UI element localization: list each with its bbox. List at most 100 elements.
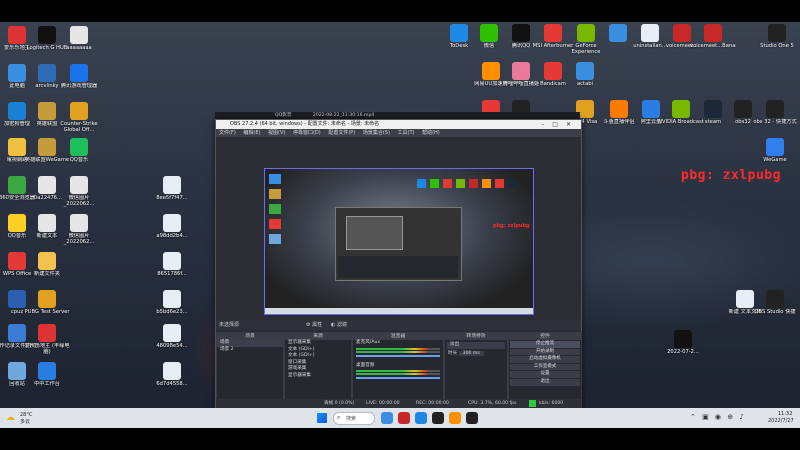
app-icon bbox=[544, 62, 562, 80]
obs-titlebar[interactable]: OBS 27.2.4 (64 bit, windows) - 配置文件: 未命名… bbox=[216, 120, 581, 129]
preview-overlay-text: pbg: zxlpubg bbox=[493, 223, 530, 229]
bitrate: kb/s: 6000 bbox=[539, 401, 564, 406]
desktop-icon[interactable]: 2022-07-2... bbox=[660, 330, 706, 355]
start-button[interactable] bbox=[317, 413, 327, 423]
app-icon bbox=[672, 100, 690, 118]
desktop-icon[interactable]: QQ音乐 bbox=[56, 138, 102, 163]
mixer-dock-title: 混音器 bbox=[353, 333, 443, 340]
no-source-selected: 未选择源 bbox=[219, 322, 240, 328]
desktop-icon-label: Studio One 5 bbox=[760, 43, 794, 49]
taskbar-app-icon[interactable] bbox=[398, 412, 410, 424]
transition-select[interactable]: 淡出 bbox=[447, 342, 505, 349]
desktop-icon[interactable]: 微信图片_2022062... bbox=[56, 176, 102, 207]
obs-taskbar-icon[interactable] bbox=[466, 412, 478, 424]
desktop-icon[interactable]: PUBG Test Server bbox=[24, 290, 70, 315]
app-icon bbox=[38, 290, 56, 308]
menu-help[interactable]: 帮助(H) bbox=[422, 130, 440, 136]
menu-docks[interactable]: 停靠窗口(D) bbox=[293, 130, 321, 136]
stream-health-indicator bbox=[529, 400, 536, 407]
desktop-icon[interactable]: voicemeet...Banana bbox=[690, 24, 736, 49]
mic-volume-slider[interactable] bbox=[356, 354, 440, 357]
obs-docks: 场景 场景 场景 2 + − ∧ ∨ 来源 显示器采集 文本 (GDI+) 文本… bbox=[216, 332, 582, 408]
desktop-icon[interactable]: obs 32 - 快捷方式 bbox=[752, 100, 798, 125]
start-virtual-camera-button[interactable]: 启动虚拟摄像机 bbox=[510, 356, 580, 363]
desktop-icon[interactable]: Studio One 5 bbox=[754, 24, 800, 49]
tray-icons[interactable]: ⌃ ▣ ◉ ⊕ ♪ bbox=[690, 413, 746, 421]
scene-item[interactable]: 场景 2 bbox=[217, 347, 283, 354]
obs-taskbar-icon[interactable] bbox=[432, 412, 444, 424]
preview-top-icons bbox=[415, 175, 525, 205]
studio-mode-button[interactable]: 工作室模式 bbox=[510, 363, 580, 371]
desktop-icon[interactable]: 8651786f... bbox=[149, 252, 195, 277]
exit-button[interactable]: 退出 bbox=[510, 378, 580, 386]
app-icon bbox=[38, 64, 56, 82]
desktop-icon[interactable]: OBS Studio 快捷 bbox=[752, 290, 798, 315]
app-icon bbox=[70, 214, 88, 232]
filters-button[interactable]: ◐ 滤镜 bbox=[331, 320, 347, 330]
desktop-icon[interactable]: 爱乐乐地主 (丰缘电脑) bbox=[24, 324, 70, 355]
app-icon bbox=[38, 102, 56, 120]
obs-window[interactable]: OBS 27.2.4 (64 bit, windows) - 配置文件: 未命名… bbox=[215, 119, 582, 408]
desktop-icon-label: 2022-07-2... bbox=[667, 349, 699, 355]
filter-icon: ◐ bbox=[331, 322, 336, 328]
app-icon bbox=[38, 26, 56, 44]
menu-file[interactable]: 文件(F) bbox=[219, 130, 236, 136]
desktop-icon[interactable]: 8ee5f7f47... bbox=[149, 176, 195, 201]
desktop-icon-label: 微信图片_2022062... bbox=[63, 195, 95, 207]
obs-preview[interactable]: pbg: zxlpubg bbox=[264, 168, 534, 315]
desktop-icon[interactable]: 新建文件夹 bbox=[24, 252, 70, 277]
taskbar-app-icon[interactable] bbox=[449, 412, 461, 424]
search-box[interactable]: ⌕ 搜索 bbox=[333, 412, 375, 425]
app-icon bbox=[768, 24, 786, 42]
menu-view[interactable]: 视图(V) bbox=[268, 130, 285, 136]
desktop-icon-label: 48098e54... bbox=[156, 343, 188, 349]
desktop-icon[interactable]: 6d7d4558... bbox=[149, 362, 195, 387]
menu-tools[interactable]: 工具(T) bbox=[398, 130, 415, 136]
desktop-icon-label: Counter-Strike Global Off... bbox=[60, 121, 98, 133]
app-icon bbox=[480, 24, 498, 42]
desktop-icon[interactable]: aaaaaaaa bbox=[56, 26, 102, 51]
menu-edit[interactable]: 编辑(E) bbox=[243, 130, 260, 136]
app-icon bbox=[512, 62, 530, 80]
duration-label: 时长 bbox=[448, 350, 458, 356]
app-icon bbox=[70, 26, 88, 44]
obs-menu-bar: 文件(F) 编辑(E) 视图(V) 停靠窗口(D) 配置文件(P) 场景集合(S… bbox=[216, 129, 581, 137]
duration-input[interactable]: 300 ms bbox=[458, 350, 484, 356]
desktop-icon[interactable]: a98dd2b4... bbox=[149, 214, 195, 239]
menu-scene-collection[interactable]: 场景集合(S) bbox=[363, 130, 390, 136]
clock-time[interactable]: 11:32 bbox=[778, 411, 792, 417]
start-recording-button[interactable]: 开始录制 bbox=[510, 348, 580, 356]
app-icon bbox=[512, 24, 530, 42]
desktop-icon[interactable]: Counter-Strike Global Off... bbox=[56, 102, 102, 133]
desktop-volume-slider[interactable] bbox=[356, 377, 440, 379]
menu-profile[interactable]: 配置文件(P) bbox=[328, 130, 355, 136]
desktop-icon[interactable]: 微信图片_2022062... bbox=[56, 214, 102, 245]
dropped-frames: 丢帧 0 (0.0%) bbox=[324, 401, 355, 406]
desktop-icon[interactable]: WeGame bbox=[752, 138, 798, 163]
properties-button[interactable]: ⚙ 属性 bbox=[306, 320, 322, 330]
source-item[interactable]: 显示器采集 bbox=[285, 373, 351, 380]
desktop-icon[interactable]: b5bd6e23... bbox=[149, 290, 195, 315]
preview-taskbar bbox=[265, 308, 533, 314]
desktop-icon[interactable]: actabi bbox=[562, 62, 608, 87]
desktop-icon[interactable]: 48098e54... bbox=[149, 324, 195, 349]
desktop-icon-label: PUBG Test Server bbox=[24, 309, 70, 315]
taskbar-app-icon[interactable] bbox=[415, 412, 427, 424]
weather-desc[interactable]: 多云 bbox=[20, 418, 30, 425]
letterbox-bottom bbox=[0, 428, 800, 450]
clock-date[interactable]: 2022/7/27 bbox=[768, 418, 794, 424]
settings-button[interactable]: 设置 bbox=[510, 371, 580, 378]
stop-streaming-button[interactable]: 停止推流 bbox=[510, 341, 580, 348]
app-icon bbox=[610, 100, 628, 118]
qq-player-titlebar[interactable]: QQ影音 2022-08-22_11:30:16.mp4 bbox=[215, 112, 580, 119]
app-icon bbox=[609, 24, 627, 42]
window-controls[interactable]: –□✕ bbox=[541, 120, 579, 129]
app-icon bbox=[674, 330, 692, 348]
task-view-icon[interactable] bbox=[381, 412, 393, 424]
app-icon bbox=[70, 102, 88, 120]
desktop-icon[interactable]: 中中工作台 bbox=[24, 362, 70, 387]
app-icon bbox=[70, 64, 88, 82]
desktop-icon-label: 6d7d4558... bbox=[156, 381, 188, 387]
desktop-icon[interactable]: 腾讯游戏管理器 bbox=[56, 64, 102, 89]
obs-title: OBS 27.2.4 (64 bit, windows) - 配置文件: 未命名… bbox=[230, 121, 380, 127]
